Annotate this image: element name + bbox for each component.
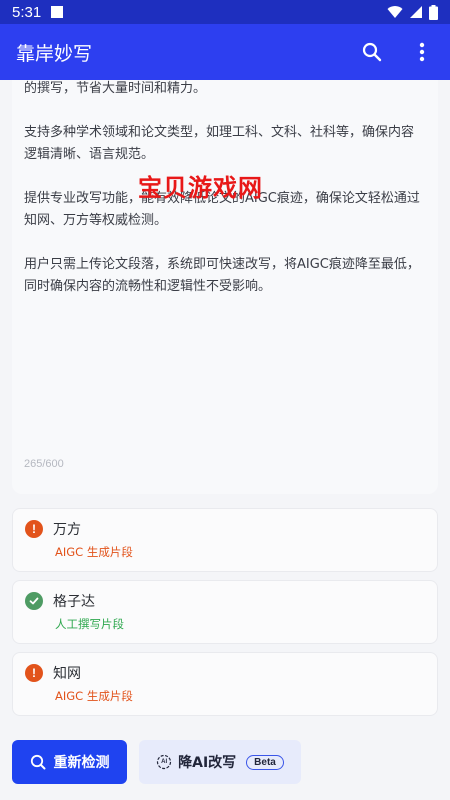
battery-icon	[429, 4, 438, 20]
warning-icon: !	[25, 520, 43, 538]
result-name: 知网	[53, 666, 81, 682]
check-circle-icon	[25, 592, 43, 610]
result-card-gezida: 格子达 人工撰写片段	[12, 580, 438, 644]
status-time: 5:31	[12, 3, 42, 21]
char-count: 265/600	[24, 458, 64, 470]
text-paragraph: 的撰写，节省大量时间和精力。	[24, 81, 207, 96]
beta-badge: Beta	[246, 754, 284, 770]
result-name: 格子达	[53, 594, 95, 610]
reduce-ai-label: 降AI改写	[178, 755, 237, 771]
signal-icon	[410, 6, 422, 18]
warning-icon: !	[25, 664, 43, 682]
result-status: 人工撰写片段	[55, 617, 124, 631]
text-paragraph: 支持多种学术领域和论文类型，如理工科、文科、社科等，确保内容逻辑清晰、语言规范。	[24, 125, 415, 162]
notification-icon	[51, 6, 64, 18]
more-vert-icon[interactable]	[410, 40, 434, 64]
ai-icon-text: AI	[161, 759, 168, 765]
result-card-cnki: ! 知网 AIGC 生成片段	[12, 652, 438, 716]
wifi-icon	[387, 6, 403, 19]
result-name: 万方	[53, 522, 81, 538]
watermark: 宝贝游戏网	[138, 174, 263, 202]
recheck-button[interactable]: 重新检测	[12, 740, 127, 784]
result-status: AIGC 生成片段	[55, 689, 133, 703]
app-actions	[360, 40, 434, 64]
ai-sparkle-icon: AI	[156, 754, 172, 770]
recheck-label: 重新检测	[53, 755, 110, 771]
text-paragraph: 用户只需上传论文段落，系统即可快速改写，将AIGC痕迹降至最低，同时确保内容的流…	[24, 257, 420, 294]
status-bar: 5:31	[0, 0, 450, 24]
text-input-area[interactable]: 的撰写，节省大量时间和精力。 支持多种学术领域和论文类型，如理工科、文科、社科等…	[12, 80, 438, 494]
result-status: AIGC 生成片段	[55, 545, 133, 559]
reduce-ai-button[interactable]: AI 降AI改写 Beta	[139, 740, 301, 784]
search-icon[interactable]	[360, 40, 384, 64]
app-bar: 靠岸妙写	[0, 24, 450, 80]
search-icon	[30, 754, 45, 770]
app-title: 靠岸妙写	[16, 42, 93, 65]
result-card-wanfang: ! 万方 AIGC 生成片段	[12, 508, 438, 572]
status-icons	[387, 4, 438, 20]
